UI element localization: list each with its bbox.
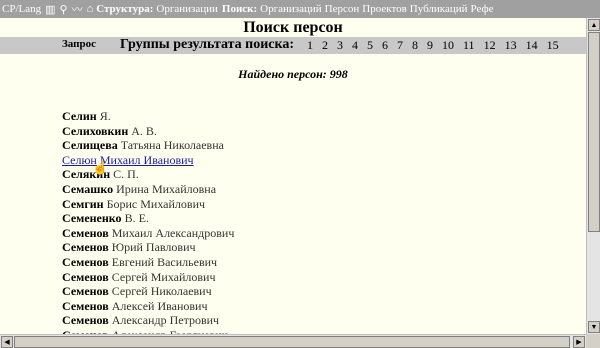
- person-link[interactable]: Селищева Татьяна Николаевна: [62, 138, 234, 153]
- scrollbar-corner: [586, 334, 600, 348]
- page-link[interactable]: 1: [307, 38, 313, 53]
- person-given-name: Сергей Николаевич: [111, 284, 212, 299]
- person-surname: Семенов: [62, 240, 109, 255]
- person-given-name: Ирина Михайловна: [116, 181, 217, 196]
- person-link[interactable]: Селюн Михаил Иванович: [62, 153, 234, 168]
- person-link[interactable]: Селин Я.: [62, 109, 234, 124]
- person-given-name: Я.: [99, 109, 111, 123]
- person-given-name: Юрий Павлович: [111, 240, 196, 255]
- horizontal-scrollbar[interactable]: ◀ ▶: [0, 334, 586, 348]
- structure-label: Структура:: [96, 3, 154, 15]
- vertical-scroll-thumb[interactable]: [588, 32, 600, 232]
- query-link[interactable]: Запрос: [62, 38, 96, 50]
- person-given-name: Борис Михайлович: [106, 196, 206, 211]
- search-references-link[interactable]: Рефе: [471, 3, 494, 15]
- search-persons-link[interactable]: Персон: [325, 3, 360, 15]
- person-link[interactable]: Семенов Алексей Иванович: [62, 299, 234, 314]
- person-link[interactable]: Семененко В. Е.: [62, 211, 234, 226]
- person-surname: Семенов: [62, 269, 109, 284]
- page-link[interactable]: 14: [526, 38, 538, 53]
- structure-icon[interactable]: ⌂: [87, 3, 94, 15]
- person-link[interactable]: Семенов Сергей Михайлович: [62, 270, 234, 285]
- person-given-name: В. Е.: [124, 211, 149, 226]
- page-link[interactable]: 2: [322, 38, 328, 53]
- person-surname: Семенов: [62, 313, 109, 328]
- person-surname: Селиховкин: [62, 123, 129, 138]
- page-link[interactable]: 9: [427, 38, 433, 53]
- search-label: Поиск:: [221, 3, 258, 15]
- person-surname: Семенов: [62, 298, 109, 313]
- person-given-name: Михаил Александрович: [111, 225, 235, 240]
- person-surname: Семененко: [62, 211, 122, 226]
- person-surname: Семгин: [62, 196, 104, 211]
- lang-link[interactable]: CP/Lang: [2, 3, 41, 15]
- structure-organizations-link[interactable]: Организации: [156, 3, 218, 15]
- horizontal-scroll-thumb[interactable]: [14, 336, 570, 348]
- person-link[interactable]: Семенов Евгений Васильевич: [62, 255, 234, 270]
- page-link[interactable]: 12: [484, 38, 496, 53]
- map-icon[interactable]: 〰: [72, 1, 83, 17]
- persons-list: Селин Я. Селиховкин А. В. Селищева Татьяна…: [62, 109, 234, 343]
- page-numbers: 1 2 3 4 5 6 7 8 9 10 11 12 13 14 15: [307, 38, 568, 53]
- page-link[interactable]: 8: [412, 38, 418, 53]
- person-surname: Семашко: [62, 181, 114, 196]
- vertical-scrollbar[interactable]: ▲ ▼: [586, 18, 600, 334]
- person-surname: Семенов: [62, 284, 109, 299]
- page-link[interactable]: 10: [442, 38, 454, 53]
- person-link[interactable]: Семашко Ирина Михайловна: [62, 182, 234, 197]
- page-link[interactable]: 5: [367, 38, 373, 53]
- page-link[interactable]: 6: [382, 38, 388, 53]
- person-given-name: Сергей Михайлович: [111, 269, 216, 284]
- pin-icon[interactable]: ⚲: [60, 3, 68, 16]
- search-projects-link[interactable]: Проектов: [362, 3, 407, 15]
- person-link[interactable]: Семенов Юрий Павлович: [62, 240, 234, 255]
- person-link[interactable]: Селякин С. П.: [62, 167, 234, 182]
- scroll-down-button[interactable]: ▼: [588, 321, 600, 333]
- person-link[interactable]: Семенов Александр Петрович: [62, 313, 234, 328]
- person-surname: Семенов: [62, 225, 109, 240]
- scroll-up-button[interactable]: ▲: [588, 19, 600, 31]
- groups-label: Группы результата поиска:: [120, 37, 294, 52]
- search-organizations-link[interactable]: Организаций: [260, 3, 322, 15]
- page-link[interactable]: 11: [463, 38, 475, 53]
- person-link[interactable]: Селиховкин А. В.: [62, 124, 234, 139]
- person-link[interactable]: Семенов Сергей Николаевич: [62, 284, 234, 299]
- person-given-name: А. В.: [131, 123, 157, 138]
- page-title: Поиск персон: [0, 18, 586, 37]
- page-link[interactable]: 4: [352, 38, 358, 53]
- result-groups-bar: Запрос Группы результата поиска: 1234567…: [0, 37, 586, 54]
- person-given-name: Александр Петрович: [111, 313, 220, 328]
- page-link[interactable]: 3: [337, 38, 343, 53]
- person-given-name: Татьяна Николаевна: [120, 138, 224, 153]
- found-count: Найдено персон: 998: [238, 67, 348, 81]
- person-surname: Селищева: [62, 138, 118, 153]
- hand-cursor-icon: ☝: [92, 160, 109, 175]
- person-given-name: Алексей Иванович: [111, 298, 208, 313]
- person-given-name: С. П.: [113, 167, 139, 182]
- book-icon[interactable]: ▥: [45, 3, 55, 16]
- person-surname: Семенов: [62, 254, 109, 269]
- person-given-name: Евгений Васильевич: [111, 254, 218, 269]
- page-link[interactable]: 13: [505, 38, 517, 53]
- person-link[interactable]: Семгин Борис Михайлович: [62, 197, 234, 212]
- scroll-left-button[interactable]: ◀: [1, 336, 13, 348]
- person-given-name: Михаил Иванович: [99, 152, 194, 167]
- search-publications-link[interactable]: Публикаций: [410, 3, 468, 15]
- page-link[interactable]: 7: [397, 38, 403, 53]
- scroll-right-button[interactable]: ▶: [573, 336, 585, 348]
- person-surname: Селин: [62, 109, 97, 123]
- top-toolbar: CP/Lang ▥ ⚲ 〰 ⌂ Структура: Организации П…: [0, 0, 600, 18]
- page-link[interactable]: 15: [547, 38, 559, 53]
- person-link[interactable]: Семенов Михаил Александрович: [62, 226, 234, 241]
